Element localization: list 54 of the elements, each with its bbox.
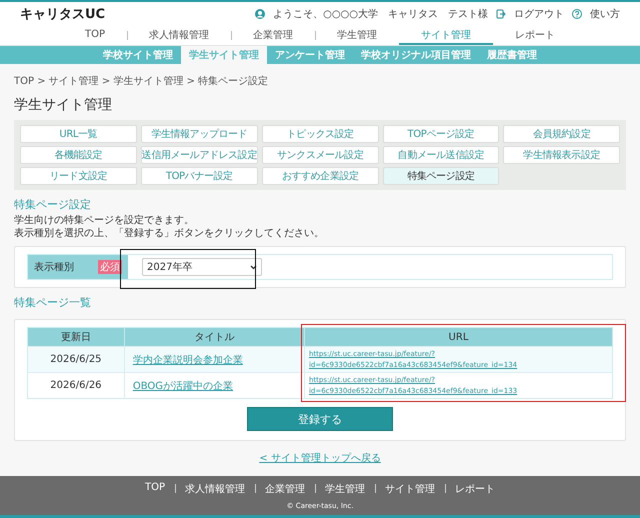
menu-button[interactable]: 学生情報表示設定: [503, 146, 620, 164]
subnav-tab[interactable]: 学校サイト管理: [95, 46, 181, 64]
subnav-tab[interactable]: 学校オリジナル項目管理: [353, 46, 479, 64]
logout-icon[interactable]: [496, 9, 506, 19]
menu-button[interactable]: TOPページ設定: [382, 125, 500, 143]
user-icon: [255, 9, 266, 19]
nav-tab[interactable]: 求人情報管理: [127, 26, 231, 45]
footer-link[interactable]: TOP: [134, 482, 175, 496]
logo: キャリタスUC: [20, 6, 106, 23]
footer-link[interactable]: 学生管理: [315, 482, 375, 496]
help-link[interactable]: 使い方: [590, 7, 620, 21]
help-icon[interactable]: [572, 9, 582, 19]
menu-button[interactable]: 会員規約設定: [503, 125, 620, 143]
field-label: 表示種別 必須: [28, 255, 128, 279]
description-text: 学生向けの特集ページを設定できます。: [14, 215, 195, 228]
footer-link[interactable]: 企業管理: [255, 482, 315, 496]
nav-tab[interactable]: レポート: [493, 26, 577, 45]
menu-button[interactable]: おすすめ企業設定: [262, 167, 379, 185]
menu-button[interactable]: トピックス設定: [262, 125, 379, 143]
section-heading: 特集ページ設定: [14, 197, 92, 212]
menu-button[interactable]: TOPバナー設定: [140, 167, 258, 185]
title-link[interactable]: OBOGが活躍中の企業: [132, 380, 234, 392]
chevron-down-icon: [250, 264, 257, 270]
nav-tab[interactable]: 学生管理: [315, 26, 399, 45]
nav-tab[interactable]: 企業管理: [231, 26, 315, 45]
menu-button[interactable]: 送信用メールアドレス設定: [140, 146, 258, 164]
menu-button[interactable]: リード文設定: [20, 167, 137, 185]
date-cell: 2026/6/25: [28, 346, 124, 372]
logout-link[interactable]: ログアウト: [514, 7, 564, 21]
footer-link[interactable]: 求人情報管理: [175, 482, 255, 496]
menu-button[interactable]: URL一覧: [20, 125, 137, 143]
welcome-text: ようこそ、○○○○大学 キャリタス テスト様: [273, 8, 488, 21]
menu-button[interactable]: 各機能設定: [20, 146, 137, 164]
page-title: 学生サイト管理: [14, 96, 113, 114]
section-heading: 特集ページ一覧: [14, 295, 92, 310]
register-button[interactable]: 登録する: [247, 407, 393, 431]
column-header: 更新日: [28, 328, 124, 346]
subnav-tab[interactable]: 学生サイト管理: [181, 46, 267, 64]
footer-link[interactable]: レポート: [445, 482, 505, 496]
type-select[interactable]: 2027年卒: [142, 258, 262, 276]
back-link[interactable]: < サイト管理トップへ戻る: [259, 451, 381, 465]
column-header: タイトル: [124, 328, 304, 346]
description-text: 表示種別を選択の上、「登録する」ボタンをクリックしてください。: [14, 228, 325, 240]
nav-tab[interactable]: TOP: [62, 26, 127, 45]
menu-button[interactable]: 学生情報アップロード: [140, 125, 258, 143]
breadcrumb: TOP > サイト管理 > 学生サイト管理 > 特集ページ設定: [14, 74, 270, 88]
required-badge: 必須: [98, 260, 122, 274]
date-cell: 2026/6/26: [28, 372, 124, 398]
subnav-tab[interactable]: アンケート管理: [267, 46, 353, 64]
menu-button[interactable]: サンクスメール設定: [262, 146, 379, 164]
menu-button[interactable]: 自動メール送信設定: [382, 146, 500, 164]
footer-link[interactable]: サイト管理: [375, 482, 445, 496]
subnav-tab[interactable]: 履歴書管理: [479, 46, 545, 64]
menu-button[interactable]: 特集ページ設定: [382, 167, 500, 185]
